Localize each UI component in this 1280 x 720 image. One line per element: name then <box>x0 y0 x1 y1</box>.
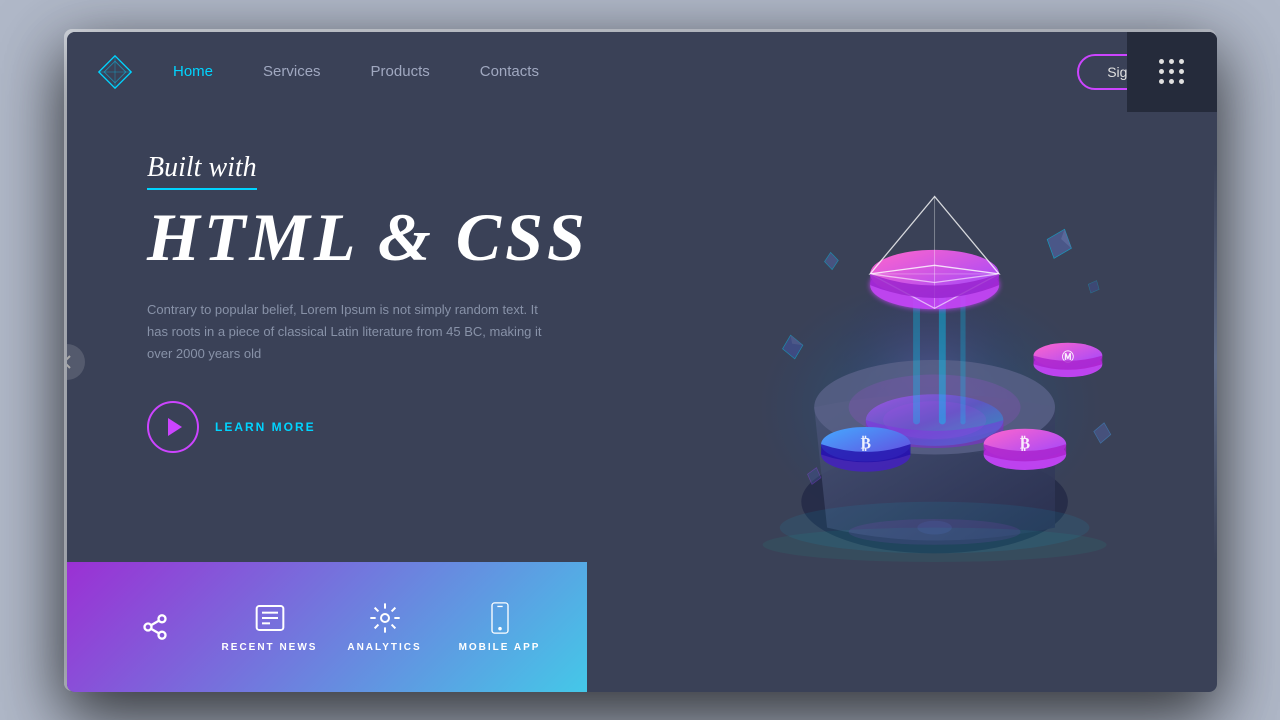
nav-contacts[interactable]: Contacts <box>480 63 539 80</box>
svg-text:₿: ₿ <box>861 435 871 452</box>
mobile-app-group[interactable]: MOBILE APP <box>442 602 557 653</box>
logo-icon[interactable] <box>97 54 133 90</box>
mobile-app-icon <box>486 602 514 634</box>
recent-news-icon <box>254 602 286 634</box>
share-icon <box>141 613 169 641</box>
analytics-group[interactable]: ANALYTICS <box>327 602 442 653</box>
nav-services[interactable]: Services <box>263 63 321 80</box>
share-icon-group <box>97 613 212 641</box>
bottom-bar: RECENT NEWS ANALYTICS MOBILE APP <box>67 562 587 692</box>
learn-more-label: LEARN MORE <box>215 420 316 434</box>
svg-text:₿: ₿ <box>1020 435 1030 452</box>
recent-news-label: RECENT NEWS <box>222 642 318 653</box>
hero-left: Built with HTML & CSS Contrary to popula… <box>147 132 652 562</box>
analytics-icon <box>369 602 401 634</box>
hero-section: Built with HTML & CSS Contrary to popula… <box>67 112 1217 562</box>
hero-title: HTML & CSS <box>147 200 652 275</box>
recent-news-group[interactable]: RECENT NEWS <box>212 602 327 653</box>
mobile-app-label: MOBILE APP <box>459 642 541 653</box>
dots-grid-icon <box>1159 59 1185 85</box>
nav-products[interactable]: Products <box>371 63 430 80</box>
crypto-scene-svg: ₿ ₿ Ⓜ <box>652 132 1157 562</box>
nav-home[interactable]: Home <box>173 63 213 80</box>
play-button[interactable] <box>147 401 199 453</box>
right-glow-decoration <box>1214 164 1217 560</box>
menu-dots-panel[interactable] <box>1127 32 1217 112</box>
analytics-label: ANALYTICS <box>347 642 421 653</box>
play-icon <box>168 418 182 436</box>
hero-illustration: ₿ ₿ Ⓜ <box>652 132 1157 562</box>
navbar: Home Services Products Contacts Sign Up <box>67 32 1217 112</box>
hero-subtitle: Built with <box>147 152 257 190</box>
hero-description: Contrary to popular belief, Lorem Ipsum … <box>147 299 547 365</box>
nav-links: Home Services Products Contacts <box>173 63 1077 81</box>
learn-more-group: LEARN MORE <box>147 401 652 453</box>
